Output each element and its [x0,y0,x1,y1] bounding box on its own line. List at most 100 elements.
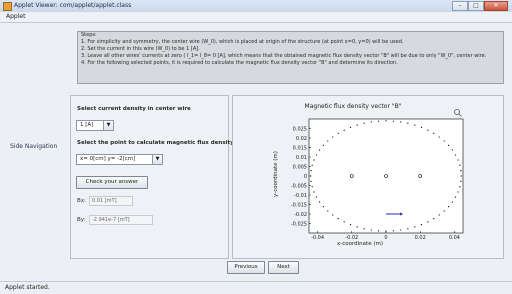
boundary-point [332,214,334,216]
boundary-point [392,230,394,232]
plot-panel: Magnetic flux density vector "B" x-coord… [232,95,504,259]
boundary-point [451,201,453,203]
steps-text-area: Steps: 1. For simplicity and symmetry, t… [77,31,504,84]
boundary-point [322,144,324,146]
boundary-point [310,180,312,183]
steps-line: 3. Leave all other wires' currents at ze… [81,53,487,59]
status-text: Applet started. [5,284,50,291]
boundary-point [313,191,315,193]
y-tick-label: -0.02 [294,212,307,218]
boundary-point [310,175,312,177]
window-controls: – □ ✕ [452,1,508,11]
x-tick-label: -0.02 [345,235,358,241]
x-axis-label: x-coordinate (m) [337,241,383,247]
y-tick-label: -0.005 [291,183,307,189]
boundary-point [460,180,462,183]
y-tick-label: 0.025 [293,126,307,132]
boundary-point [420,223,423,226]
boundary-point [438,214,440,216]
boundary-point [460,169,462,172]
x-tick-label: 0 [384,235,387,241]
close-button[interactable]: ✕ [484,1,508,11]
steps-line: 4. For the following selected points, it… [81,60,398,66]
applet-icon [3,2,12,11]
y-tick-label: -0.025 [291,221,307,227]
boundary-point [414,226,416,228]
chevron-down-icon[interactable]: ▼ [152,155,162,164]
y-tick-label: 0.015 [293,145,307,151]
boundary-point [370,229,372,231]
boundary-point [448,144,450,146]
zoom-icon[interactable] [454,109,462,117]
by-label: By: [77,217,86,223]
x-tick-label: 0.02 [415,235,426,241]
boundary-point [438,136,440,138]
maximize-button[interactable]: □ [468,1,484,11]
y-axis-label: y-coordinate (m) [273,151,279,197]
current-density-value: 1 [A] [80,122,94,128]
boundary-point [310,169,312,172]
window-title: Applet Viewer: com/applet/applet.class [14,2,132,9]
boundary-point [313,159,315,161]
x-tick-label: -0.04 [311,235,324,241]
point-select[interactable]: x= 0[cm] y= -2[cm] ▼ [76,154,163,165]
boundary-point [443,140,445,142]
boundary-point [319,149,321,151]
boundary-point [448,206,450,208]
navigation-bar: Previous Next [0,257,512,281]
boundary-point [356,226,358,228]
by-field[interactable]: -2.941e-7 [mT] [89,215,153,225]
y-tick-label: 0 [304,174,307,180]
y-tick-label: 0.02 [296,136,307,142]
boundary-point [356,124,358,126]
menu-bar: Applet [0,12,512,23]
point-value: x= 0[cm] y= -2[cm] [80,156,136,162]
boundary-point [378,120,380,122]
boundary-point [433,217,435,220]
boundary-point [427,129,429,131]
boundary-point [370,121,372,123]
y-tick-label: -0.015 [291,202,307,208]
steps-heading: Steps: [81,32,97,38]
menu-applet[interactable]: Applet [6,13,25,20]
y-tick-label: 0.01 [296,155,307,161]
steps-line: 1. For simplicity and symmetry, the cent… [81,39,404,45]
current-density-select[interactable]: 1 [A] ▼ [76,120,114,131]
boundary-point [378,230,380,232]
boundary-point [459,186,461,188]
boundary-point [363,228,365,230]
boundary-point [427,221,429,223]
boundary-point [319,201,321,203]
boundary-point [349,223,352,226]
check-answer-button[interactable]: Check your answer [76,176,148,189]
boundary-point [315,196,318,198]
boundary-point [460,175,462,177]
boundary-point [385,120,387,122]
boundary-point [451,149,453,151]
previous-button[interactable]: Previous [227,261,265,274]
boundary-point [311,186,313,188]
boundary-point [459,164,461,166]
side-navigation-label: Side Navigation [10,143,58,150]
next-button[interactable]: Next [268,261,299,274]
boundary-point [433,132,435,135]
chevron-down-icon[interactable]: ▼ [103,121,113,130]
boundary-point [454,154,457,156]
boundary-point [407,228,409,230]
boundary-point [327,140,329,142]
x-tick-label: 0.04 [449,235,460,241]
bx-field[interactable]: 0.01 [mT] [89,196,133,206]
boundary-point [400,229,402,231]
bx-label: Bx: [77,198,86,204]
plot-area [308,118,464,234]
boundary-point [343,129,345,131]
boundary-point [457,159,459,161]
boundary-point [349,126,352,129]
boundary-point [363,122,365,124]
current-density-label: Select current density in center wire [77,106,191,112]
boundary-point [327,210,329,212]
minimize-button[interactable]: – [452,1,468,11]
boundary-point [385,230,387,232]
point-select-label: Select the point to calculate magnetic f… [77,140,242,146]
y-tick-label: 0.005 [293,164,307,170]
